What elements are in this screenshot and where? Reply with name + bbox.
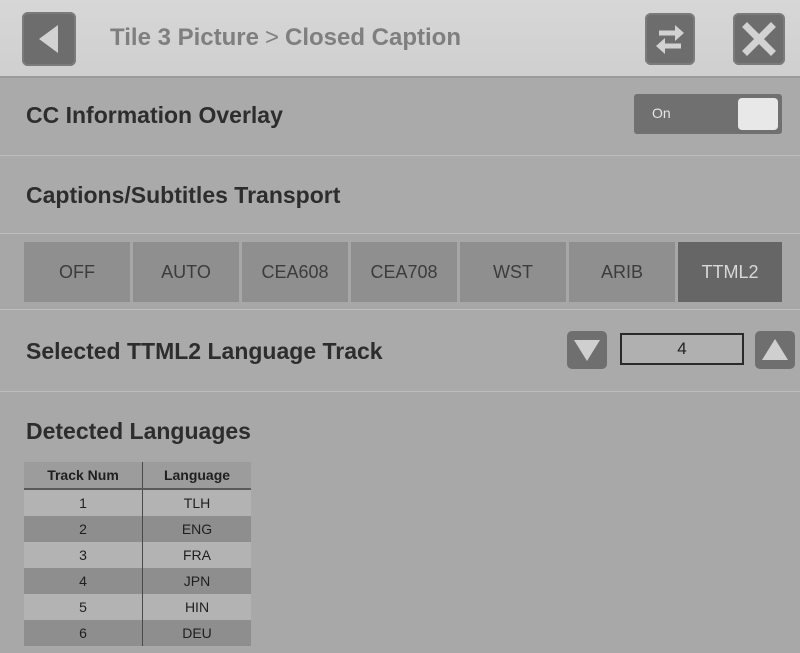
table-row: 3 FRA	[24, 542, 251, 568]
language-cell: FRA	[142, 542, 251, 568]
transport-selector: OFF AUTO CEA608 CEA708 WST ARIB TTML2	[0, 234, 800, 310]
transport-option-off[interactable]: OFF	[24, 242, 130, 302]
track-num-cell: 4	[24, 568, 143, 594]
track-num-cell: 6	[24, 620, 143, 646]
language-cell: ENG	[142, 516, 251, 542]
swap-arrows-icon	[656, 25, 684, 54]
transport-option-cea708[interactable]: CEA708	[351, 242, 457, 302]
toggle-knob	[738, 98, 778, 130]
track-num-cell: 5	[24, 594, 143, 620]
language-cell: TLH	[142, 489, 251, 516]
table-header-row: Track Num Language	[24, 462, 251, 490]
breadcrumb: Tile 3 Picture > Closed Caption	[110, 24, 461, 52]
back-button[interactable]	[22, 12, 76, 66]
header-bar: Tile 3 Picture > Closed Caption	[0, 0, 800, 78]
transport-option-ttml2[interactable]: TTML2	[678, 242, 782, 302]
transport-row: Captions/Subtitles Transport	[0, 156, 800, 234]
cc-overlay-toggle[interactable]: On	[634, 94, 782, 134]
track-increment-button[interactable]	[755, 331, 795, 369]
page-title: Closed Caption	[284, 24, 461, 51]
close-x-icon	[742, 22, 776, 56]
column-header-language: Language	[142, 462, 251, 490]
table-row: 5 HIN	[24, 594, 251, 620]
close-button[interactable]	[733, 13, 785, 65]
transport-option-cea608[interactable]: CEA608	[242, 242, 348, 302]
track-num-cell: 2	[24, 516, 143, 542]
track-decrement-button[interactable]	[567, 331, 607, 369]
cc-overlay-label: CC Information Overlay	[26, 102, 283, 128]
track-num-cell: 3	[24, 542, 143, 568]
closed-caption-panel: Tile 3 Picture > Closed Caption CC Informa…	[0, 0, 800, 653]
breadcrumb-parent: Tile 3 Picture	[110, 24, 259, 51]
transport-option-arib[interactable]: ARIB	[569, 242, 675, 302]
breadcrumb-separator: >	[264, 24, 279, 51]
detected-languages-label: Detected Languages	[26, 418, 251, 444]
table-row: 2 ENG	[24, 516, 251, 542]
table-row: 4 JPN	[24, 568, 251, 594]
triangle-up-icon	[762, 339, 788, 360]
language-cell: HIN	[142, 594, 251, 620]
swap-button[interactable]	[645, 13, 695, 65]
transport-option-auto[interactable]: AUTO	[133, 242, 239, 302]
detected-languages-table: Track Num Language 1 TLH 2 ENG 3 FRA 4 J…	[24, 462, 251, 646]
language-cell: JPN	[142, 568, 251, 594]
triangle-down-icon	[574, 340, 600, 361]
transport-option-wst[interactable]: WST	[460, 242, 566, 302]
table-row: 1 TLH	[24, 489, 251, 516]
language-cell: DEU	[142, 620, 251, 646]
transport-label: Captions/Subtitles Transport	[26, 182, 341, 208]
table-row: 6 DEU	[24, 620, 251, 646]
language-track-label: Selected TTML2 Language Track	[26, 338, 383, 364]
back-arrow-icon	[39, 25, 58, 53]
track-num-cell: 1	[24, 489, 143, 516]
toggle-state-text: On	[652, 105, 671, 121]
column-header-track-num: Track Num	[24, 462, 143, 490]
track-value-field[interactable]: 4	[620, 333, 744, 365]
